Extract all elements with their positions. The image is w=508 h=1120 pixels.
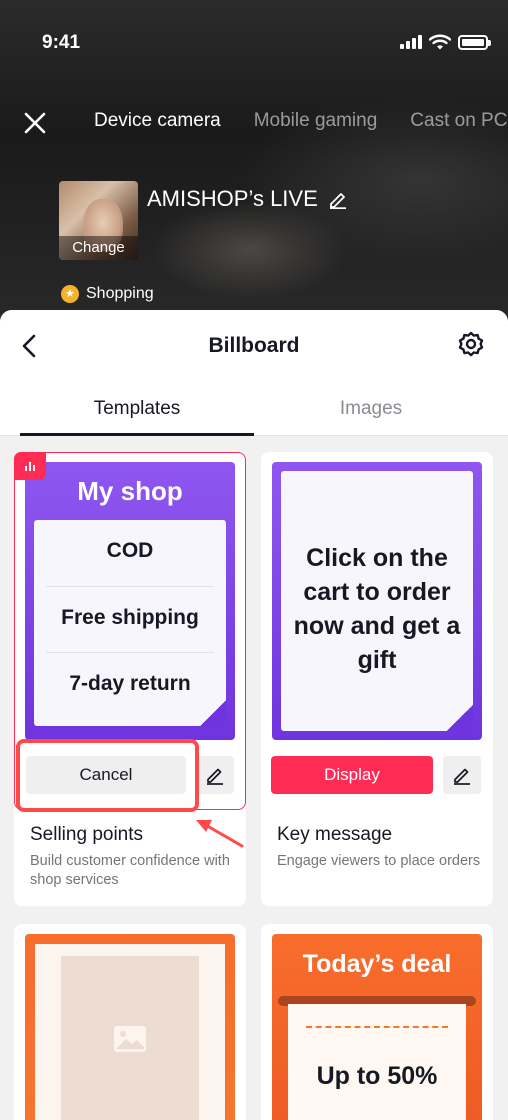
template-description: Build customer confidence with shop serv…: [30, 853, 230, 888]
tab-templates[interactable]: Templates: [10, 398, 264, 420]
shopping-entry[interactable]: ★ Shopping: [61, 285, 154, 303]
page-fold: [200, 700, 226, 726]
status-bar: 9:41: [0, 0, 508, 80]
template-card-key-message[interactable]: Click on the cart to order now and get a…: [261, 452, 493, 906]
todays-deal-preview: Today’s deal Up to 50%: [272, 934, 482, 1120]
pencil-icon: [454, 768, 470, 785]
sheet-header: Billboard Templates Images: [0, 310, 508, 436]
billboard-sheet: Billboard Templates Images My shop COD F…: [0, 310, 508, 1120]
template-description: Engage viewers to place orders: [277, 853, 481, 869]
pencil-icon[interactable]: [328, 189, 348, 209]
annotation-highlight: [16, 739, 199, 812]
template-card-image[interactable]: [14, 924, 246, 1120]
image-template-preview: [25, 934, 235, 1120]
selling-points-preview: My shop COD Free shipping 7-day return: [25, 462, 235, 740]
display-button[interactable]: Display: [271, 756, 433, 794]
template-name: Selling points: [30, 824, 144, 845]
status-icons: [400, 34, 491, 50]
wifi-icon: [429, 34, 451, 50]
sheet-title: Billboard: [208, 334, 300, 357]
key-message-preview: Click on the cart to order now and get a…: [272, 462, 482, 740]
preview-paper: [35, 944, 225, 1120]
pencil-icon: [207, 768, 223, 785]
live-title[interactable]: AMISHOP’s LIVE: [147, 186, 348, 212]
preview-title: Today’s deal: [302, 950, 452, 978]
preview-paper: Click on the cart to order now and get a…: [281, 471, 473, 731]
divider: [46, 652, 214, 653]
live-mode-nav: Device camera Mobile gaming Cast on PC: [0, 100, 508, 144]
preview-text: Click on the cart to order now and get a…: [293, 544, 461, 674]
image-placeholder: [61, 956, 199, 1120]
sheet-tabs: Templates Images: [0, 386, 508, 436]
edit-button[interactable]: [196, 756, 234, 794]
live-cover[interactable]: Change: [59, 181, 138, 260]
stats-icon: [14, 452, 46, 480]
preview-paper: COD Free shipping 7-day return: [34, 520, 226, 726]
selling-point: 7-day return: [69, 672, 191, 695]
tab-images[interactable]: Images: [244, 398, 498, 420]
dashed-line: [306, 1026, 448, 1028]
annotation-arrow-icon: [196, 820, 244, 848]
close-icon[interactable]: [20, 108, 50, 138]
tab-device-camera[interactable]: Device camera: [94, 110, 221, 132]
preview-title: My shop: [77, 476, 183, 506]
selling-point: Free shipping: [61, 606, 199, 629]
page-fold: [447, 705, 473, 731]
tab-cast-on-pc[interactable]: Cast on PC: [410, 110, 507, 132]
gear-icon[interactable]: [456, 330, 486, 360]
divider: [46, 586, 214, 587]
selling-point: COD: [106, 539, 154, 562]
image-icon: [114, 1026, 146, 1052]
battery-icon: [458, 34, 491, 50]
shopping-label: Shopping: [86, 285, 154, 302]
preview-paper: Up to 50%: [288, 1004, 466, 1120]
mode-tabs: Device camera Mobile gaming Cast on PC: [94, 110, 507, 132]
change-cover-button[interactable]: Change: [59, 236, 138, 260]
preview-text: Up to 50%: [316, 1062, 438, 1090]
cellular-signal-icon: [400, 35, 422, 49]
live-title-text: AMISHOP’s LIVE: [147, 186, 318, 211]
template-card-todays-deal[interactable]: Today’s deal Up to 50%: [261, 924, 493, 1120]
shopping-icon: ★: [61, 285, 79, 303]
status-time: 9:41: [42, 32, 81, 53]
template-name: Key message: [277, 824, 393, 845]
edit-button[interactable]: [443, 756, 481, 794]
tab-mobile-gaming[interactable]: Mobile gaming: [254, 110, 378, 132]
